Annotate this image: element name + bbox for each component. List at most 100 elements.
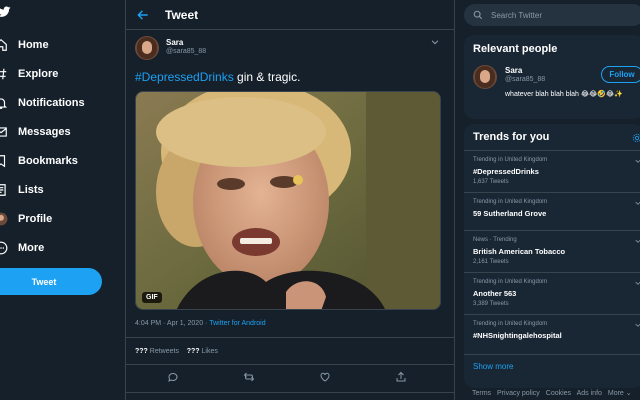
- nav-lists[interactable]: Lists: [0, 179, 120, 201]
- column-header: Tweet: [126, 0, 454, 30]
- search-bar[interactable]: [464, 4, 640, 26]
- relevant-person-name[interactable]: Sara: [505, 66, 522, 75]
- relevant-person-handle[interactable]: @sara85_88: [505, 76, 545, 83]
- trends-card: Trends for you Trending in United Kingdo…: [464, 124, 640, 388]
- nav-more-label: More: [18, 242, 45, 254]
- tweet-timestamp: 4:04 PM · Apr 1, 2020 · Twitter for Andr…: [135, 320, 266, 327]
- back-arrow-icon[interactable]: [136, 8, 150, 22]
- nav-lists-label: Lists: [18, 184, 44, 196]
- tweet-source-link[interactable]: Twitter for Android: [209, 320, 265, 327]
- trend-name: 59 Sutherland Grove: [473, 209, 547, 218]
- trend-item[interactable]: News · Trending British American Tobacco…: [464, 230, 640, 272]
- tweet-gif-media[interactable]: GIF: [135, 91, 441, 310]
- search-input[interactable]: [491, 10, 631, 20]
- nav-home[interactable]: Home: [0, 34, 120, 56]
- retweet-icon[interactable]: [243, 371, 255, 383]
- chevron-down-icon[interactable]: [634, 157, 640, 165]
- more-icon: [0, 240, 8, 256]
- footer-links: Terms Privacy policy Cookies Ads info Mo…: [472, 389, 636, 397]
- trend-context: Trending in United Kingdom: [473, 279, 548, 285]
- reply-icon[interactable]: [167, 371, 179, 383]
- tweet-compose-button[interactable]: Tweet: [0, 268, 102, 295]
- nav-messages-label: Messages: [18, 126, 71, 138]
- profile-avatar-icon: [0, 211, 8, 227]
- tweet-actions: [126, 371, 454, 385]
- bookmark-icon: [0, 153, 8, 169]
- trend-item[interactable]: Trending in United Kingdom #DepressedDri…: [464, 150, 640, 192]
- page-title: Tweet: [165, 7, 199, 22]
- twitter-logo-icon[interactable]: [0, 5, 11, 19]
- trend-name: #DepressedDrinks: [473, 167, 539, 176]
- like-heart-icon[interactable]: [319, 371, 331, 383]
- nav-notifications-label: Notifications: [18, 97, 85, 109]
- nav-home-label: Home: [18, 39, 49, 51]
- divider: [126, 364, 454, 365]
- tweet-author-avatar[interactable]: [135, 36, 159, 60]
- nav-bookmarks[interactable]: Bookmarks: [0, 150, 120, 172]
- gif-badge: GIF: [142, 292, 162, 303]
- nav-more[interactable]: More: [0, 237, 120, 259]
- footer-link-privacy[interactable]: Privacy policy: [497, 390, 540, 397]
- retweets-stat[interactable]: ??? Retweets: [135, 348, 179, 355]
- nav-profile-label: Profile: [18, 213, 53, 225]
- nav-profile[interactable]: Profile: [0, 208, 120, 230]
- bell-icon: [0, 95, 8, 111]
- tweet-detail-column: Tweet Sara @sara85_88 #DepressedDrinks g…: [125, 0, 455, 400]
- trend-context: Trending in United Kingdom: [473, 157, 548, 163]
- gear-icon[interactable]: [632, 133, 640, 143]
- relevant-person-bio: whatever blah blah blah 😂😂🤣😂✨: [505, 91, 623, 98]
- footer-link-more[interactable]: More ⌄: [608, 390, 632, 397]
- likes-count: ???: [186, 348, 200, 355]
- share-icon[interactable]: [395, 371, 407, 383]
- retweets-label: Retweets: [147, 348, 179, 355]
- right-sidebar: Relevant people Sara @sara85_88 Follow w…: [464, 0, 640, 400]
- nav-explore[interactable]: Explore: [0, 63, 120, 85]
- trend-context: Trending in United Kingdom: [473, 321, 548, 327]
- retweets-count: ???: [135, 348, 148, 355]
- tweet-author-handle[interactable]: @sara85_88: [166, 48, 206, 55]
- tweet-text-body: gin & tragic.: [233, 70, 301, 84]
- footer-link-terms[interactable]: Terms: [472, 390, 491, 397]
- trends-title: Trends for you: [473, 131, 550, 143]
- hashtag-icon: [0, 66, 8, 82]
- tweet-time-text[interactable]: 4:04 PM · Apr 1, 2020 ·: [135, 320, 209, 327]
- tweet-author-name[interactable]: Sara: [166, 38, 183, 47]
- trend-count: 1,637 Tweets: [473, 179, 509, 185]
- chevron-down-icon[interactable]: [634, 199, 640, 207]
- nav-messages[interactable]: Messages: [0, 121, 120, 143]
- relevant-person-avatar[interactable]: [473, 65, 497, 89]
- trend-name: British American Tobacco: [473, 247, 566, 256]
- trend-context: News · Trending: [473, 237, 517, 243]
- envelope-icon: [0, 124, 8, 140]
- list-icon: [0, 182, 8, 198]
- trend-item[interactable]: Trending in United Kingdom 59 Sutherland…: [464, 192, 640, 230]
- chevron-down-icon[interactable]: [634, 237, 640, 245]
- footer-link-ads-info[interactable]: Ads info: [577, 390, 602, 397]
- left-nav: Home Explore Notifications Messages Book…: [0, 0, 125, 400]
- nav-notifications[interactable]: Notifications: [0, 92, 120, 114]
- tweet-text: #DepressedDrinks gin & tragic.: [135, 70, 300, 84]
- divider: [126, 337, 454, 338]
- gif-frame-image: [136, 92, 440, 309]
- trend-item[interactable]: Trending in United Kingdom Another 563 3…: [464, 272, 640, 314]
- footer-link-cookies[interactable]: Cookies: [546, 390, 571, 397]
- chevron-down-icon[interactable]: [634, 321, 640, 329]
- show-more-label: Show more: [473, 362, 514, 371]
- search-icon: [473, 10, 483, 20]
- divider: [126, 392, 454, 393]
- trend-name: Another 563: [473, 289, 517, 298]
- relevant-people-title: Relevant people: [473, 43, 558, 55]
- chevron-down-icon[interactable]: [634, 279, 640, 287]
- chevron-down-icon[interactable]: [430, 37, 440, 47]
- likes-label: Likes: [199, 348, 218, 355]
- follow-button[interactable]: Follow: [601, 66, 640, 83]
- tweet-hashtag-link[interactable]: #DepressedDrinks: [135, 70, 234, 84]
- likes-stat[interactable]: ??? Likes: [187, 348, 218, 355]
- trend-count: 3,389 Tweets: [473, 301, 509, 307]
- relevant-people-card: Relevant people Sara @sara85_88 Follow w…: [464, 35, 640, 119]
- trend-count: 2,161 Tweets: [473, 259, 509, 265]
- tweet-stats: ??? Retweets ??? Likes: [135, 348, 218, 355]
- show-more-link[interactable]: Show more: [464, 354, 640, 388]
- trend-context: Trending in United Kingdom: [473, 199, 548, 205]
- trend-item[interactable]: Trending in United Kingdom #NHSnightinga…: [464, 314, 640, 354]
